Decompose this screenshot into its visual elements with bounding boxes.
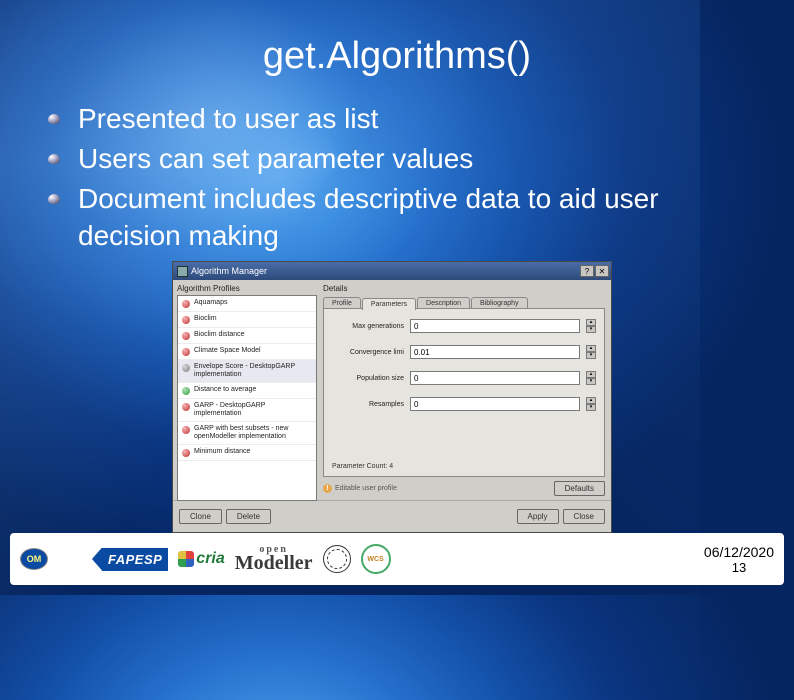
profile-name: Distance to average	[194, 386, 256, 394]
spinner[interactable]: ▴▾	[586, 397, 596, 411]
status-dot-icon	[182, 364, 190, 372]
kansas-logo-icon	[58, 545, 92, 573]
param-row: Convergence limi 0.01 ▴▾	[332, 345, 596, 359]
list-item[interactable]: Climate Space Model	[178, 344, 316, 360]
list-item[interactable]: Envelope Score - DesktopGARP implementat…	[178, 360, 316, 383]
warning-icon: !	[323, 484, 332, 493]
tab-parameters[interactable]: Parameters	[362, 298, 416, 310]
param-input[interactable]: 0	[410, 371, 580, 385]
parameter-count: Parameter Count: 4	[332, 463, 596, 470]
status-dot-icon	[182, 387, 190, 395]
chevron-down-icon[interactable]: ▾	[586, 404, 596, 411]
profile-name: Climate Space Model	[194, 347, 261, 355]
dialog-titlebar: Algorithm Manager ? ✕	[173, 262, 611, 280]
param-label: Resamples	[332, 401, 404, 408]
profile-name: Bioclim	[194, 315, 217, 323]
openmodeller-logo: open Modeller	[235, 545, 313, 574]
editable-note-text: Editable user profile	[335, 485, 397, 492]
profile-name: Minimum distance	[194, 448, 250, 456]
status-dot-icon	[182, 300, 190, 308]
om-logo-icon: OM	[20, 548, 48, 570]
list-item[interactable]: Bioclim distance	[178, 328, 316, 344]
parameters-pane: Max generations 0 ▴▾ Convergence limi 0.…	[323, 308, 605, 477]
profile-list[interactable]: Aquamaps Bioclim Bioclim distance Climat…	[177, 295, 317, 501]
spinner[interactable]: ▴▾	[586, 319, 596, 333]
status-dot-icon	[182, 449, 190, 457]
help-button[interactable]: ?	[580, 265, 594, 277]
cria-swatch-icon	[178, 551, 194, 567]
param-input[interactable]: 0	[410, 319, 580, 333]
dialog-title: Algorithm Manager	[191, 266, 267, 276]
apply-button[interactable]: Apply	[517, 509, 559, 524]
close-button[interactable]: Close	[563, 509, 605, 524]
bullet-item: Document includes descriptive data to ai…	[48, 180, 754, 256]
date-page: 06/12/2020 13	[704, 544, 774, 575]
param-label: Max generations	[332, 323, 404, 330]
chevron-down-icon[interactable]: ▾	[586, 378, 596, 385]
list-item[interactable]: GARP with best subsets - new openModelle…	[178, 422, 316, 445]
list-item[interactable]: Minimum distance	[178, 445, 316, 461]
chevron-up-icon[interactable]: ▴	[586, 371, 596, 378]
bullet-item: Users can set parameter values	[48, 140, 754, 178]
status-dot-icon	[182, 316, 190, 324]
list-item[interactable]: Distance to average	[178, 383, 316, 399]
param-row: Population size 0 ▴▾	[332, 371, 596, 385]
status-dot-icon	[182, 332, 190, 340]
details-group-label: Details	[323, 284, 605, 293]
close-icon[interactable]: ✕	[595, 265, 609, 277]
profile-name: GARP - DesktopGARP implementation	[194, 402, 312, 418]
spinner[interactable]: ▴▾	[586, 345, 596, 359]
slide-title: get.Algorithms()	[40, 35, 754, 78]
delete-button[interactable]: Delete	[226, 509, 271, 524]
profiles-group-label: Algorithm Profiles	[177, 284, 317, 293]
param-label: Convergence limi	[332, 349, 404, 356]
defaults-button[interactable]: Defaults	[554, 481, 605, 496]
chevron-up-icon[interactable]: ▴	[586, 397, 596, 404]
chevron-down-icon[interactable]: ▾	[586, 352, 596, 359]
fapesp-logo: FAPESP	[102, 548, 168, 571]
list-item[interactable]: GARP - DesktopGARP implementation	[178, 399, 316, 422]
profile-name: Envelope Score - DesktopGARP implementat…	[194, 363, 312, 379]
wcs-logo-icon: WCS	[361, 544, 391, 574]
list-item[interactable]: Bioclim	[178, 312, 316, 328]
slide-number: 13	[704, 560, 774, 575]
seal-logo-icon	[323, 545, 351, 573]
profile-name: Bioclim distance	[194, 331, 245, 339]
chevron-up-icon[interactable]: ▴	[586, 319, 596, 326]
param-input[interactable]: 0.01	[410, 345, 580, 359]
bullet-item: Presented to user as list	[48, 100, 754, 138]
chevron-up-icon[interactable]: ▴	[586, 345, 596, 352]
bullet-list: Presented to user as list Users can set …	[40, 100, 754, 255]
spinner[interactable]: ▴▾	[586, 371, 596, 385]
dialog-icon	[177, 266, 188, 277]
modeller-text: Modeller	[235, 554, 313, 573]
status-dot-icon	[182, 403, 190, 411]
cria-logo: cria	[178, 550, 224, 568]
list-item[interactable]: Aquamaps	[178, 296, 316, 312]
status-dot-icon	[182, 426, 190, 434]
status-dot-icon	[182, 348, 190, 356]
param-input[interactable]: 0	[410, 397, 580, 411]
slide-date: 06/12/2020	[704, 544, 774, 560]
chevron-down-icon[interactable]: ▾	[586, 326, 596, 333]
profile-name: Aquamaps	[194, 299, 227, 307]
profile-name: GARP with best subsets - new openModelle…	[194, 425, 312, 441]
param-row: Max generations 0 ▴▾	[332, 319, 596, 333]
logo-bar: OM FAPESP cria open Modeller WCS 06/12/2…	[10, 533, 784, 585]
cria-text: cria	[196, 550, 224, 568]
clone-button[interactable]: Clone	[179, 509, 222, 524]
editable-note: ! Editable user profile	[323, 484, 397, 493]
param-row: Resamples 0 ▴▾	[332, 397, 596, 411]
param-label: Population size	[332, 375, 404, 382]
algorithm-manager-dialog: Algorithm Manager ? ✕ Algorithm Profiles…	[172, 261, 612, 533]
